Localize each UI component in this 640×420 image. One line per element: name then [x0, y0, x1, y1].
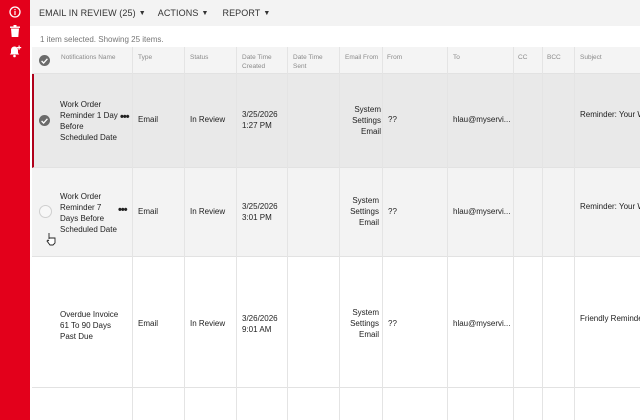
column-divider — [236, 47, 237, 420]
notification-name: Work Order Reminder 7 Days Before Schedu… — [60, 192, 117, 234]
caret-down-icon: ▼ — [263, 9, 271, 17]
left-action-rail — [0, 0, 30, 420]
row-checkbox[interactable] — [39, 205, 52, 218]
column-header-subject[interactable]: Subject — [580, 53, 602, 62]
table-row[interactable]: Work Order Reminder 1 Day Before Schedul… — [32, 74, 640, 168]
column-header-date-time-created[interactable]: Date Time Created — [242, 53, 286, 71]
info-icon[interactable] — [7, 4, 23, 20]
more-options-icon[interactable]: ••• — [120, 112, 130, 123]
column-divider — [184, 47, 185, 420]
subject-value: Reminder: Your W... {StartDateTime} — [580, 202, 640, 211]
toolbar: EMAIL IN REVIEW (25) ▼ ACTIONS ▼ REPORT … — [30, 0, 640, 26]
type-value: Email — [138, 319, 159, 328]
hand-cursor-icon — [46, 232, 56, 251]
column-divider — [574, 47, 575, 420]
type-value: Email — [138, 207, 159, 216]
column-divider — [542, 47, 543, 420]
status-value: In Review — [190, 319, 226, 328]
grid-header: Notifications Name Type Status Date Time… — [32, 47, 640, 74]
column-header-date-time-sent[interactable]: Date Time Sent — [293, 53, 337, 71]
column-header-to[interactable]: To — [453, 53, 460, 62]
email-in-review-label: EMAIL IN REVIEW (25) — [39, 8, 136, 18]
subject-value: Reminder: Your W... Scheduled For To... — [580, 110, 640, 119]
row-checkbox[interactable] — [39, 115, 50, 126]
notification-name: Overdue Invoice 61 To 90 Days Past Due — [60, 310, 119, 341]
email-in-review-menu[interactable]: EMAIL IN REVIEW (25) ▼ — [39, 8, 146, 18]
to-value: hlau@myservi... — [453, 115, 511, 124]
column-divider — [447, 47, 448, 420]
from-value: ?? — [388, 207, 397, 216]
date-created-value: 3/26/2026 9:01 AM — [242, 314, 278, 334]
column-header-notifications-name[interactable]: Notifications Name — [61, 53, 123, 62]
type-value: Email — [138, 115, 159, 124]
column-header-email-from[interactable]: Email From — [345, 53, 378, 62]
trash-icon[interactable] — [7, 23, 23, 39]
column-divider — [382, 47, 383, 420]
from-value: ?? — [388, 319, 397, 328]
selection-status-text: 1 item selected. Showing 25 items. — [40, 35, 164, 44]
column-header-bcc[interactable]: BCC — [547, 53, 561, 62]
status-value: In Review — [190, 207, 226, 216]
more-options-icon[interactable]: ••• — [118, 205, 128, 216]
from-value: ?? — [388, 115, 397, 124]
to-value: hlau@myservi... — [453, 319, 511, 328]
column-header-from[interactable]: From — [387, 53, 402, 62]
table-row[interactable]: Work Order Reminder 7 Days Before Schedu… — [32, 168, 640, 257]
column-header-status[interactable]: Status — [190, 53, 208, 62]
actions-menu[interactable]: ACTIONS ▼ — [158, 8, 209, 18]
caret-down-icon: ▼ — [138, 9, 146, 17]
notifications-grid: Notifications Name Type Status Date Time… — [32, 47, 640, 420]
date-created-value: 3/25/2026 1:27 PM — [242, 110, 278, 130]
email-from-value: System Settings Email — [350, 308, 379, 339]
report-menu[interactable]: REPORT ▼ — [222, 8, 270, 18]
actions-label: ACTIONS — [157, 8, 199, 18]
subject-value: Friendly Reminde... {InvoiceDueDate} — [580, 314, 640, 323]
bell-plus-icon[interactable] — [7, 43, 23, 59]
email-from-value: System Settings Email — [350, 196, 379, 227]
date-created-value: 3/25/2026 3:01 PM — [242, 202, 278, 222]
caret-down-icon: ▼ — [201, 9, 209, 17]
column-divider — [513, 47, 514, 420]
status-value: In Review — [190, 115, 226, 124]
notification-name: Work Order Reminder 1 Day Before Schedul… — [60, 100, 118, 142]
column-divider — [132, 47, 133, 420]
report-label: REPORT — [222, 8, 261, 18]
column-header-cc[interactable]: CC — [518, 53, 527, 62]
email-from-value: System Settings Email — [352, 105, 381, 136]
select-all-checkbox[interactable] — [39, 55, 50, 66]
column-header-type[interactable]: Type — [138, 53, 152, 62]
column-divider — [287, 47, 288, 420]
column-divider — [339, 47, 340, 420]
table-row[interactable]: Overdue Invoice 61 To 90 Days Past Due E… — [32, 257, 640, 388]
to-value: hlau@myservi... — [453, 207, 511, 216]
